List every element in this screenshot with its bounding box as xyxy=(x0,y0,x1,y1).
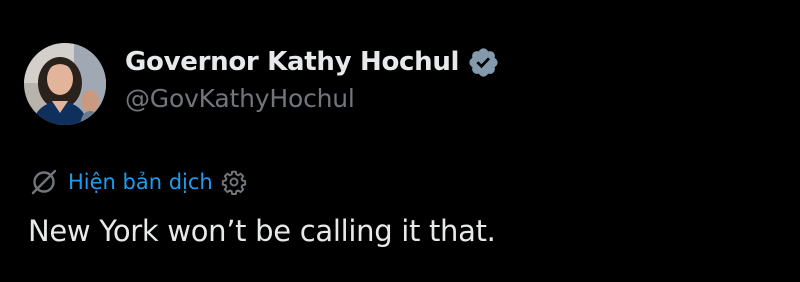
show-translation-link[interactable]: Hiện bản dịch xyxy=(68,170,213,194)
author-block: Governor Kathy Hochul @GovKathyHochul xyxy=(125,42,500,113)
avatar[interactable] xyxy=(24,43,106,125)
translate-off-icon xyxy=(30,168,58,196)
author-name-row: Governor Kathy Hochul xyxy=(125,42,500,82)
author-display-name[interactable]: Governor Kathy Hochul xyxy=(125,47,459,77)
author-handle[interactable]: @GovKathyHochul xyxy=(125,84,500,113)
tweet-text: New York won’t be calling it that. xyxy=(28,214,496,248)
translation-row: Hiện bản dịch xyxy=(30,166,247,198)
avatar-image xyxy=(24,43,106,125)
verified-badge-icon xyxy=(467,46,500,79)
tweet-card: Governor Kathy Hochul @GovKathyHochul Hi… xyxy=(0,0,800,282)
gear-icon[interactable] xyxy=(221,169,247,195)
